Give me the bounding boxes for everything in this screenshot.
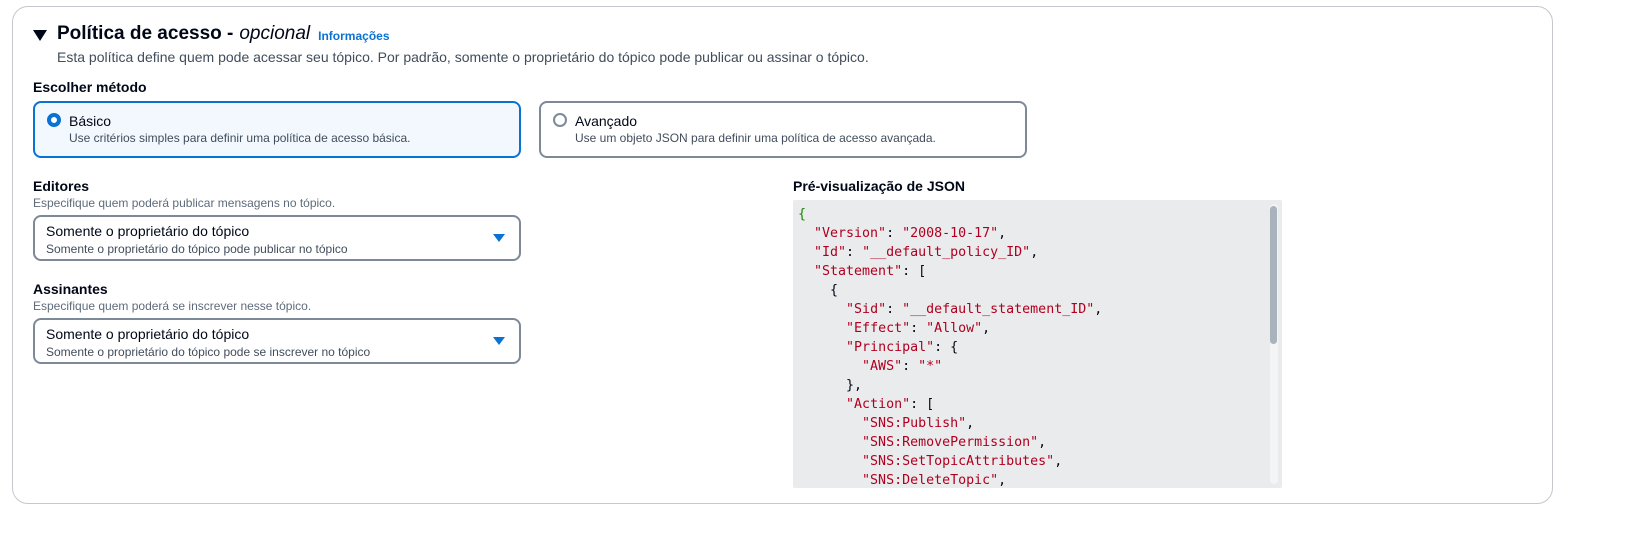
json-token: : [ <box>902 264 927 279</box>
json-token: : [ <box>910 397 935 412</box>
json-token: }, <box>846 378 863 393</box>
json-token: "SNS:SetTopicAttributes" <box>862 454 1055 469</box>
caret-down-icon <box>493 337 505 345</box>
json-token: : <box>886 302 903 317</box>
json-line: "Version": "2008-10-17", <box>798 224 1277 243</box>
json-token: , <box>998 226 1007 241</box>
subscribers-label: Assinantes <box>33 281 108 297</box>
publishers-sublabel: Especifique quem poderá publicar mensage… <box>33 196 336 210</box>
publishers-select[interactable]: Somente o proprietário do tópico Somente… <box>33 215 521 261</box>
json-line: { <box>798 205 1277 224</box>
json-line: "Principal": { <box>798 338 1277 357</box>
json-token: { <box>798 207 807 222</box>
method-tile-basic[interactable]: Básico Use critérios simples para defini… <box>33 101 521 158</box>
publishers-label: Editores <box>33 178 90 194</box>
json-line: "Action": [ <box>798 395 1277 414</box>
method-tile-basic-description: Use critérios simples para definir uma p… <box>69 131 411 145</box>
json-token: : <box>902 359 919 374</box>
json-token: "SNS:DeleteTopic" <box>862 473 999 488</box>
json-token: "Action" <box>846 397 911 412</box>
json-line: "SNS:RemovePermission", <box>798 433 1277 452</box>
section-title-optional: opcional <box>239 23 311 44</box>
json-line: "SNS:SetTopicAttributes", <box>798 452 1277 471</box>
json-token: : <box>910 321 927 336</box>
json-token: "Id" <box>814 245 847 260</box>
json-token: { <box>830 283 839 298</box>
json-token: , <box>966 416 975 431</box>
json-token: "Statement" <box>814 264 903 279</box>
json-token: : { <box>934 340 959 355</box>
json-preview-box[interactable]: { "Version": "2008-10-17", "Id": "__defa… <box>793 200 1282 488</box>
json-preview-label: Pré-visualização de JSON <box>793 178 965 194</box>
json-token: "__default_policy_ID" <box>862 245 1031 260</box>
json-line: "Effect": "Allow", <box>798 319 1277 338</box>
json-token: : <box>846 245 863 260</box>
json-token: "SNS:RemovePermission" <box>862 435 1039 450</box>
json-token: "Principal" <box>846 340 935 355</box>
json-token: , <box>1038 435 1047 450</box>
json-line: "SNS:DeleteTopic", <box>798 471 1277 488</box>
access-policy-panel: Política de acesso - opcional Informaçõe… <box>12 6 1553 504</box>
json-token: , <box>1030 245 1039 260</box>
method-tile-basic-title: Básico <box>69 113 112 129</box>
json-token: "2008-10-17" <box>902 226 999 241</box>
method-tile-advanced[interactable]: Avançado Use um objeto JSON para definir… <box>539 101 1027 158</box>
section-description: Esta política define quem pode acessar s… <box>57 49 869 65</box>
json-line: "AWS": "*" <box>798 357 1277 376</box>
json-token: , <box>982 321 991 336</box>
json-line: "SNS:Publish", <box>798 414 1277 433</box>
json-token: , <box>998 473 1007 488</box>
radio-advanced[interactable] <box>553 113 567 127</box>
json-line: }, <box>798 376 1277 395</box>
subscribers-select-value: Somente o proprietário do tópico <box>46 326 250 342</box>
json-scrollbar-thumb[interactable] <box>1270 206 1277 344</box>
radio-basic[interactable] <box>47 113 61 127</box>
info-link[interactable]: Informações <box>318 29 389 43</box>
section-header[interactable]: Política de acesso - opcional Informaçõe… <box>33 23 390 45</box>
method-label: Escolher método <box>33 79 147 95</box>
json-token: : <box>886 226 903 241</box>
json-token: "Sid" <box>846 302 887 317</box>
json-line: "Id": "__default_policy_ID", <box>798 243 1277 262</box>
publishers-select-description: Somente o proprietário do tópico pode pu… <box>46 242 348 256</box>
section-title: Política de acesso - <box>57 23 234 44</box>
method-tile-advanced-description: Use um objeto JSON para definir uma polí… <box>575 131 936 145</box>
json-token: "Allow" <box>926 321 983 336</box>
publishers-select-value: Somente o proprietário do tópico <box>46 223 250 239</box>
json-token: "Version" <box>814 226 887 241</box>
json-token: , <box>1054 454 1063 469</box>
json-preview-code: { "Version": "2008-10-17", "Id": "__defa… <box>793 200 1282 488</box>
json-token: "AWS" <box>862 359 903 374</box>
json-token: "Effect" <box>846 321 911 336</box>
subscribers-select-description: Somente o proprietário do tópico pode se… <box>46 345 371 359</box>
method-tile-advanced-title: Avançado <box>575 113 638 129</box>
subscribers-sublabel: Especifique quem poderá se inscrever nes… <box>33 299 312 313</box>
json-token: "__default_statement_ID" <box>902 302 1095 317</box>
caret-down-icon <box>493 234 505 242</box>
json-token: "*" <box>918 359 943 374</box>
json-token: , <box>1094 302 1103 317</box>
json-line: "Statement": [ <box>798 262 1277 281</box>
json-line: { <box>798 281 1277 300</box>
json-token: "SNS:Publish" <box>862 416 967 431</box>
caret-down-icon[interactable] <box>33 29 47 41</box>
json-line: "Sid": "__default_statement_ID", <box>798 300 1277 319</box>
subscribers-select[interactable]: Somente o proprietário do tópico Somente… <box>33 318 521 364</box>
